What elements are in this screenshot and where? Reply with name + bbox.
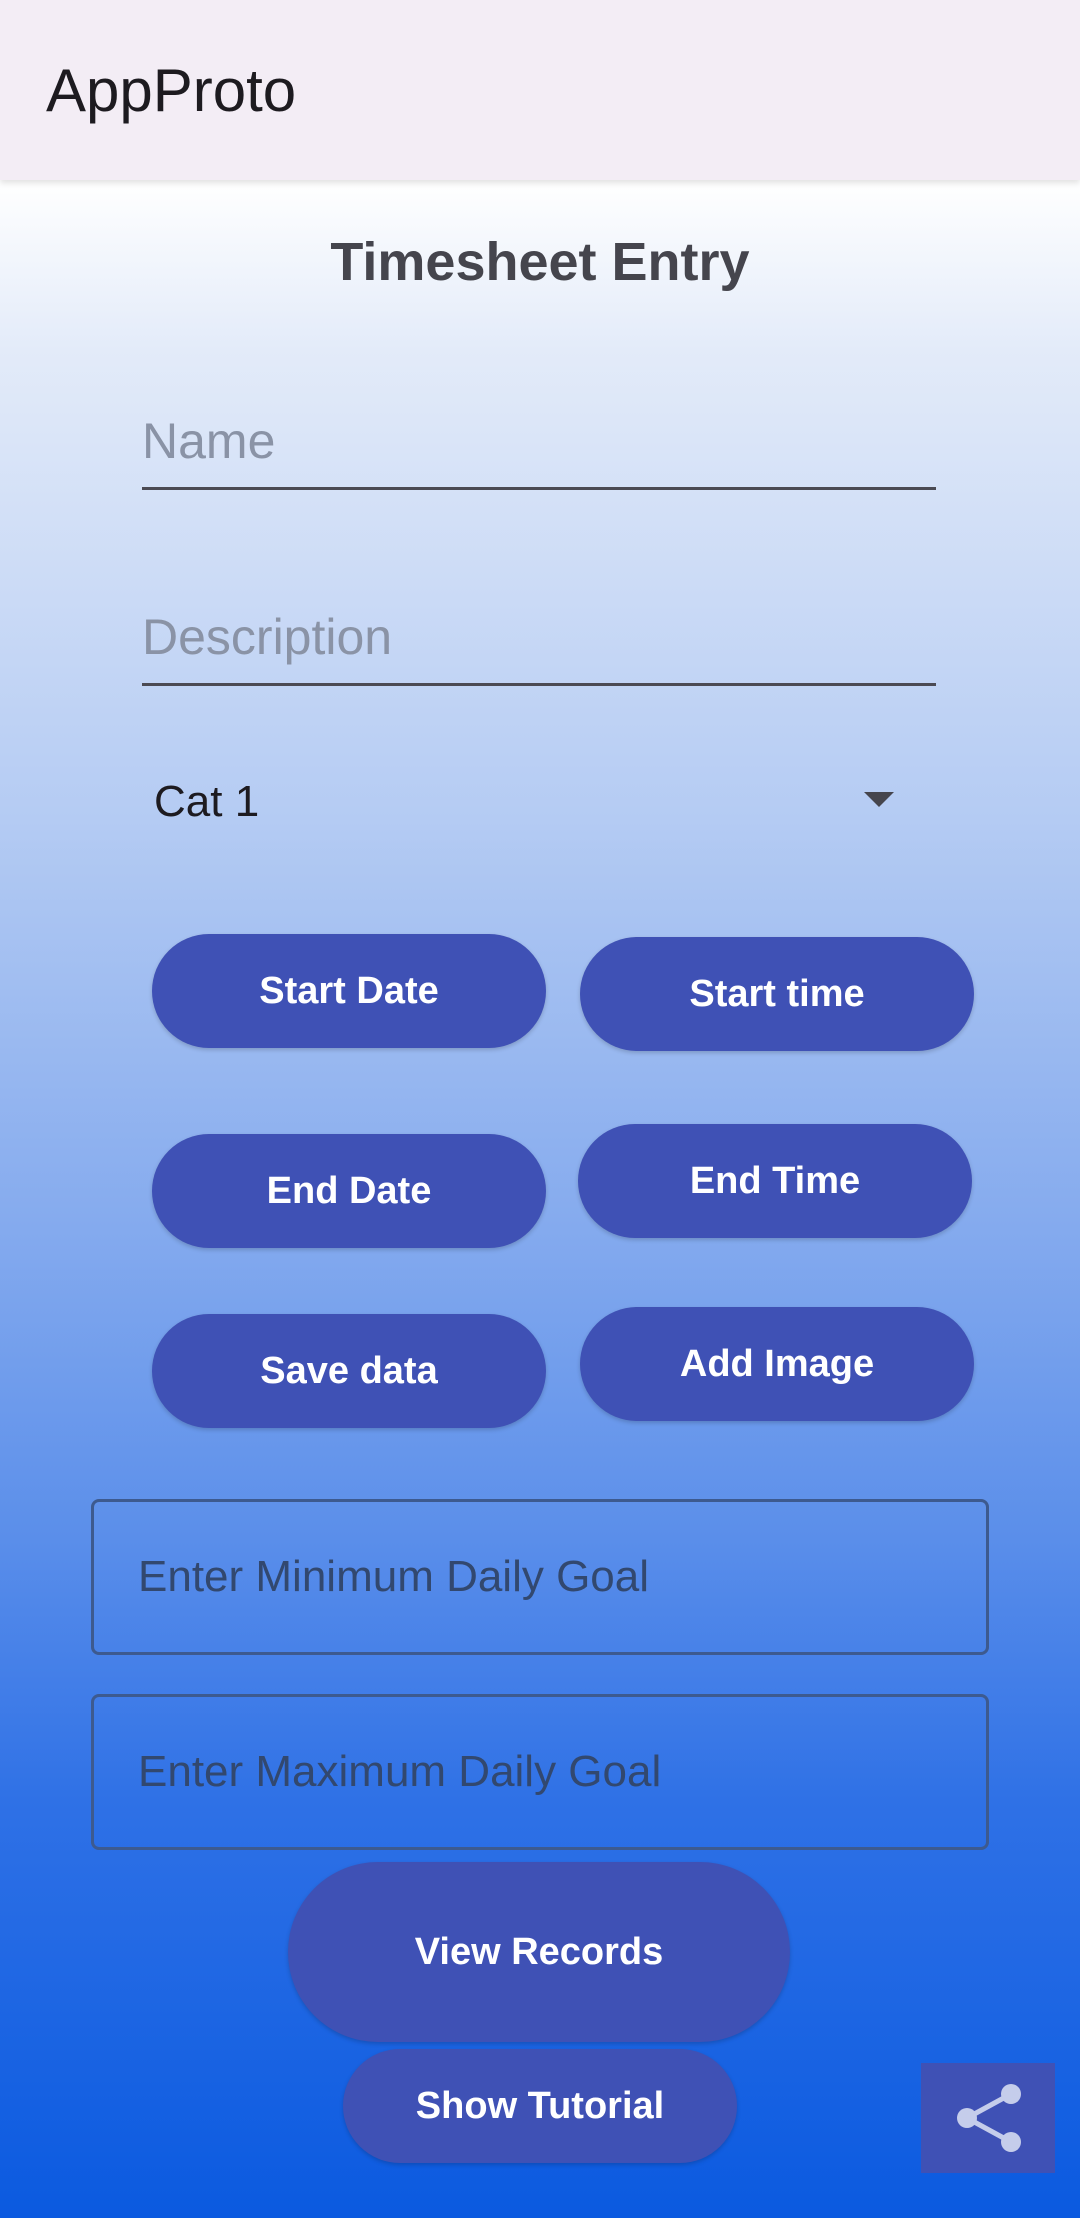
end-date-button[interactable]: End Date	[152, 1134, 546, 1248]
save-data-button[interactable]: Save data	[152, 1314, 546, 1428]
end-time-button[interactable]: End Time	[578, 1124, 972, 1238]
app-title: AppProto	[46, 57, 297, 124]
start-time-button[interactable]: Start time	[580, 937, 974, 1051]
share-button[interactable]	[921, 2063, 1055, 2173]
start-date-button[interactable]: Start Date	[152, 934, 546, 1048]
min-daily-goal-field[interactable]	[91, 1499, 989, 1655]
name-field[interactable]	[142, 394, 936, 490]
page-title: Timesheet Entry	[330, 232, 750, 292]
app-bar: AppProto	[0, 0, 1080, 180]
screen: AppProto Timesheet Entry Cat 1 Start Dat…	[0, 0, 1080, 2218]
view-records-button[interactable]: View Records	[288, 1862, 790, 2042]
description-field[interactable]	[142, 590, 936, 686]
dropdown-arrow-icon	[864, 792, 894, 807]
show-tutorial-button[interactable]: Show Tutorial	[343, 2049, 737, 2163]
category-dropdown[interactable]: Cat 1	[142, 760, 936, 844]
share-icon	[957, 2084, 1021, 2152]
add-image-button[interactable]: Add Image	[580, 1307, 974, 1421]
max-daily-goal-field[interactable]	[91, 1694, 989, 1850]
category-selected-value: Cat 1	[154, 777, 260, 826]
